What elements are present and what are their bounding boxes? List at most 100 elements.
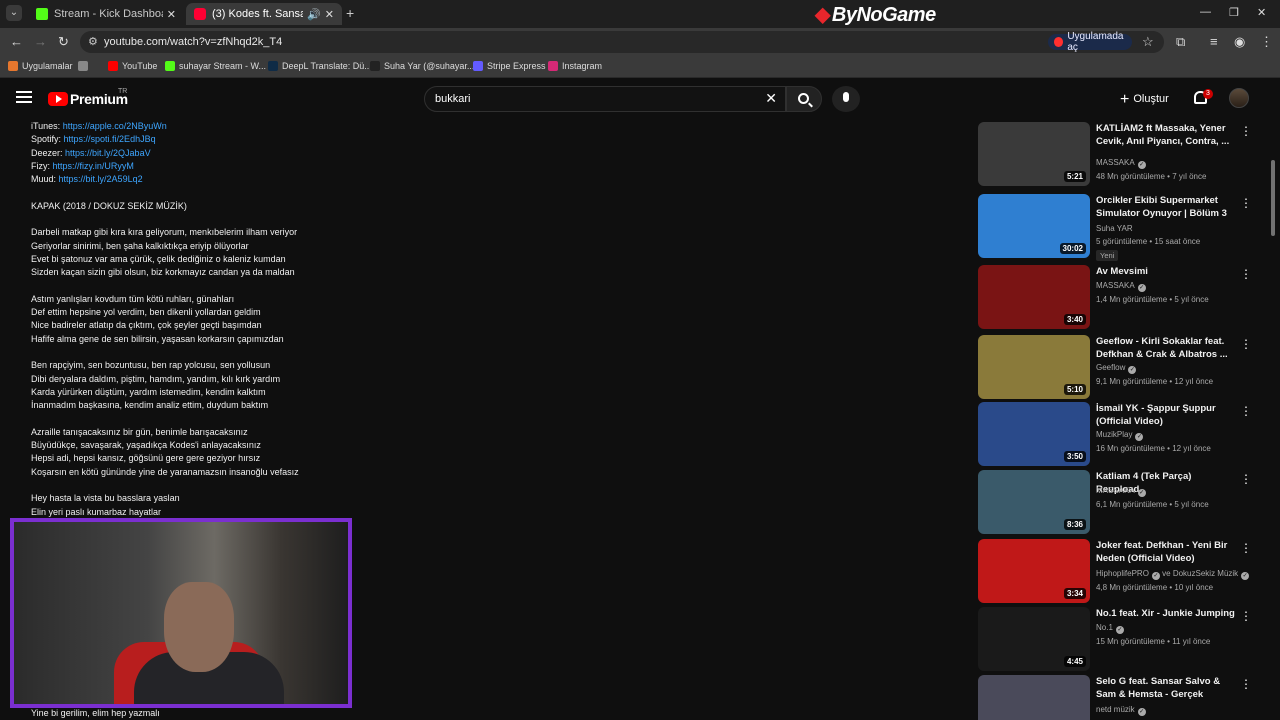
close-window-icon[interactable]: ✕ <box>1257 6 1266 19</box>
back-icon[interactable]: ← <box>10 34 23 49</box>
channel-name[interactable]: MASSAKA ✓ <box>1096 158 1146 169</box>
plus-icon: + <box>1120 91 1130 108</box>
video-title[interactable]: No.1 feat. Xir - Junkie Jumping <box>1096 607 1236 620</box>
recommended-video[interactable]: 5:10 Geeflow - Kirli Sokaklar feat. Defk… <box>978 335 1260 399</box>
extensions-icon[interactable]: ⧉ <box>1176 34 1185 50</box>
recommended-video[interactable]: 3:40 Av Mevsimi MASSAKA ✓ 1,4 Mn görüntül… <box>978 265 1260 329</box>
tab-kick-dashboard[interactable]: Stream - Kick Dashboard ✕ <box>28 3 184 25</box>
video-thumbnail[interactable]: 5:10 <box>978 335 1090 399</box>
profile-icon[interactable]: ◉ <box>1234 34 1245 50</box>
muud-link[interactable]: https://bit.ly/2A59Lq2 <box>59 174 143 184</box>
clear-search-icon[interactable]: ✕ <box>765 90 777 107</box>
deezer-link[interactable]: https://bit.ly/2QJabaV <box>65 148 151 158</box>
video-title[interactable]: İsmail YK - Şappur Şuppur (Official Vide… <box>1096 402 1236 428</box>
channel-name[interactable]: MASSAKA ✓ <box>1096 486 1146 497</box>
tab-search-dropdown[interactable]: ⌄ <box>6 5 22 21</box>
bookmark-grid[interactable] <box>78 61 92 71</box>
more-actions-icon[interactable]: ⋮ <box>1240 472 1252 486</box>
site-info-icon[interactable]: ⚙ <box>88 35 98 48</box>
video-thumbnail[interactable]: 5:21 <box>978 122 1090 186</box>
recommended-video[interactable]: 8:36 Katliam 4 (Tek Parça) Reupload MASS… <box>978 470 1260 534</box>
fizy-link[interactable]: https://fizy.in/URyyM <box>53 161 134 171</box>
bookmark-stripe[interactable]: Stripe Express <box>473 61 546 71</box>
video-thumbnail[interactable] <box>978 675 1090 720</box>
itunes-link[interactable]: https://apple.co/2NByuWn <box>63 121 167 131</box>
new-tab-button[interactable]: + <box>346 5 354 21</box>
video-thumbnail[interactable]: 30:02 <box>978 194 1090 258</box>
video-title[interactable]: Geeflow - Kirli Sokaklar feat. Defkhan &… <box>1096 335 1236 361</box>
browser-menu-icon[interactable]: ⋮ <box>1260 34 1273 50</box>
deepl-icon <box>268 61 278 71</box>
avatar[interactable] <box>1229 88 1249 108</box>
open-in-app-button[interactable]: Uygulamada aç <box>1048 31 1132 53</box>
video-title[interactable]: Selo G feat. Sansar Salvo & Sam & Hemsta… <box>1096 675 1236 702</box>
recommended-video[interactable]: Selo G feat. Sansar Salvo & Sam & Hemsta… <box>978 675 1260 720</box>
restore-icon[interactable]: ❐ <box>1229 6 1239 19</box>
channel-name[interactable]: Geeflow ✓ <box>1096 363 1137 374</box>
bookmark-apps[interactable]: Uygulamalar <box>8 61 73 71</box>
link-label: iTunes: <box>31 121 61 131</box>
lyric-line: Hafife alma gene de sen bilirsin, yaşasa… <box>31 333 284 344</box>
video-thumbnail[interactable]: 3:40 <box>978 265 1090 329</box>
channel-name[interactable]: No.1 ✓ <box>1096 623 1124 634</box>
bookmark-label: DeepL Translate: Dü... <box>282 61 372 71</box>
channel-name[interactable]: HiphoplifePRO ✓ ve DokuzSekiz Müzik ✓ <box>1096 569 1250 580</box>
reload-icon[interactable]: ↻ <box>58 34 69 50</box>
video-thumbnail[interactable]: 3:34 <box>978 539 1090 603</box>
upload-age: 7 yıl önce <box>1172 172 1207 181</box>
channel-name[interactable]: MASSAKA ✓ <box>1096 281 1146 292</box>
speaker-icon[interactable]: 🔊 <box>307 8 321 21</box>
video-title[interactable]: KATLİAM2 ft Massaka, Yener Cevik, Anıl P… <box>1096 122 1236 148</box>
url-text[interactable]: youtube.com/watch?v=zfNhqd2k_T4 <box>104 36 282 48</box>
spotify-link[interactable]: https://spoti.fi/2EdhJBq <box>64 134 156 144</box>
link-label: Muud: <box>31 174 57 185</box>
close-tab-icon[interactable]: ✕ <box>325 8 334 21</box>
bookmark-deepl[interactable]: DeepL Translate: Dü... <box>268 61 372 71</box>
voice-search-icon[interactable] <box>832 86 860 112</box>
channel-name[interactable]: netd müzik ✓ <box>1096 705 1146 716</box>
video-thumbnail[interactable]: 8:36 <box>978 470 1090 534</box>
forward-icon[interactable]: → <box>34 34 47 49</box>
recommended-video[interactable]: 30:02 Orcikler Ekibi Supermarket Simulat… <box>978 194 1260 261</box>
recommended-video[interactable]: 3:34 Joker feat. Defkhan - Yeni Bir Nede… <box>978 539 1260 603</box>
page-scrollbar[interactable] <box>1271 160 1275 236</box>
more-actions-icon[interactable]: ⋮ <box>1240 196 1252 210</box>
recommended-video[interactable]: 5:21 KATLİAM2 ft Massaka, Yener Cevik, A… <box>978 122 1260 186</box>
recommended-video[interactable]: 4:45 No.1 feat. Xir - Junkie Jumping No.… <box>978 607 1260 671</box>
video-thumbnail[interactable]: 4:45 <box>978 607 1090 671</box>
tab-youtube-video[interactable]: (3) Kodes ft. Sansar Salvo, C 🔊 ✕ <box>186 3 342 25</box>
address-bar[interactable]: ⚙ youtube.com/watch?v=zfNhqd2k_T4 <box>80 31 1164 53</box>
channel-name[interactable]: Suha YAR <box>1096 224 1133 233</box>
bookmark-youtube[interactable]: YouTube <box>108 61 157 71</box>
video-thumbnail[interactable]: 3:50 <box>978 402 1090 466</box>
bookmark-tiktok[interactable]: Suha Yar (@suhayar... <box>370 61 474 71</box>
more-actions-icon[interactable]: ⋮ <box>1240 404 1252 418</box>
more-actions-icon[interactable]: ⋮ <box>1240 609 1252 623</box>
verified-icon: ✓ <box>1115 626 1124 634</box>
more-actions-icon[interactable]: ⋮ <box>1240 267 1252 281</box>
youtube-logo-icon[interactable] <box>48 92 68 106</box>
video-title[interactable]: Joker feat. Defkhan - Yeni Bir Neden (Of… <box>1096 539 1236 565</box>
more-actions-icon[interactable]: ⋮ <box>1240 677 1252 691</box>
channel-label: Suha YAR <box>1096 224 1133 233</box>
menu-icon[interactable] <box>16 91 32 103</box>
upload-age: 5 yıl önce <box>1174 295 1209 304</box>
video-title[interactable]: Orcikler Ekibi Supermarket Simulator Oyn… <box>1096 194 1236 220</box>
minimize-icon[interactable]: — <box>1200 6 1211 18</box>
channel-name[interactable]: MuzikPlay ✓ <box>1096 430 1144 441</box>
media-controls-icon[interactable]: ≡ <box>1210 34 1218 49</box>
bookmark-instagram[interactable]: Instagram <box>548 61 602 71</box>
recommended-video[interactable]: 3:50 İsmail YK - Şappur Şuppur (Official… <box>978 402 1260 466</box>
create-button[interactable]: + Oluştur <box>1120 91 1169 109</box>
more-actions-icon[interactable]: ⋮ <box>1240 541 1252 555</box>
bookmark-star-icon[interactable]: ☆ <box>1142 34 1154 50</box>
search-button[interactable] <box>786 86 822 112</box>
view-count: 1,4 Mn görüntüleme <box>1096 295 1168 304</box>
close-tab-icon[interactable]: ✕ <box>167 8 176 21</box>
lyric-line: Sizden kaçan sizin gibi olsun, biz korkm… <box>31 267 295 278</box>
more-actions-icon[interactable]: ⋮ <box>1240 124 1252 138</box>
more-actions-icon[interactable]: ⋮ <box>1240 337 1252 351</box>
bookmark-kick-stream[interactable]: suhayar Stream - W... <box>165 61 266 71</box>
search-input[interactable]: bukkari ✕ <box>424 86 786 112</box>
video-title[interactable]: Av Mevsimi <box>1096 265 1236 278</box>
